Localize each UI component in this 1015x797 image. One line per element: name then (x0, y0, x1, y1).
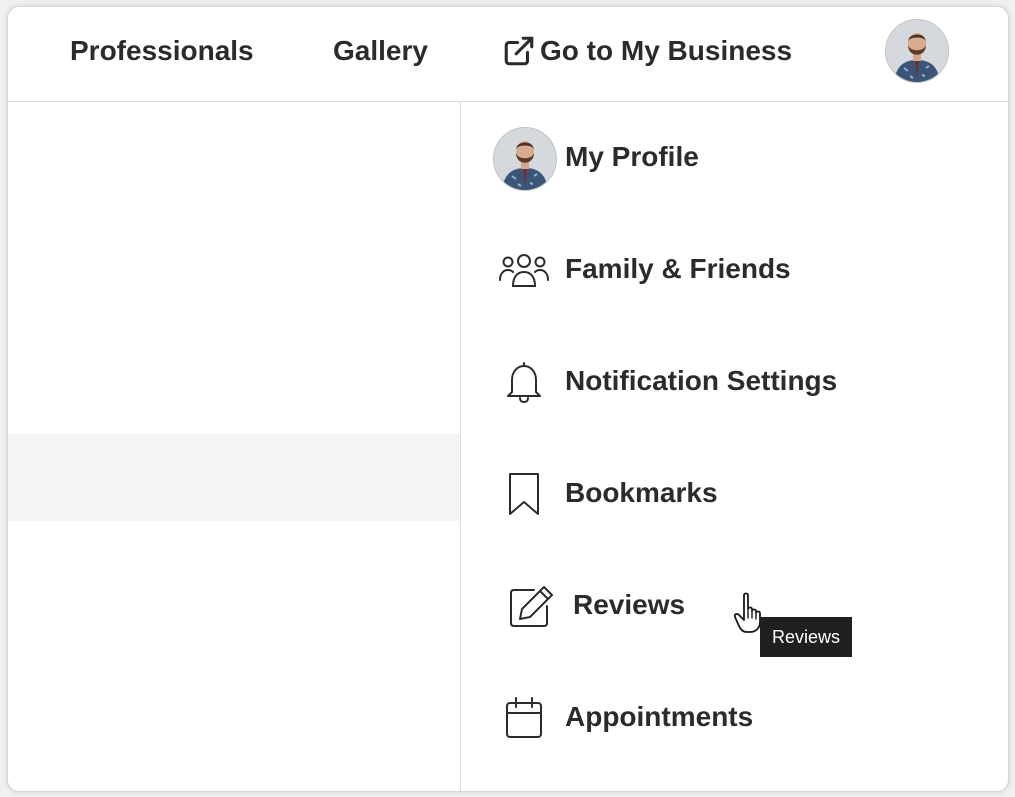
menu-item-label: Reviews (573, 589, 686, 620)
group-icon (497, 243, 551, 297)
bell-icon (497, 355, 551, 409)
reviews-tooltip: Reviews (760, 617, 853, 657)
bookmark-icon (497, 467, 551, 521)
profile-avatar-icon (494, 128, 556, 190)
menu-item-family-friends[interactable]: Family & Friends (461, 234, 1008, 314)
user-avatar-button[interactable] (885, 19, 949, 83)
nav-go-to-my-business-label: Go to My Business (540, 35, 793, 66)
user-avatar-icon (886, 20, 948, 82)
menu-item-label: Family & Friends (565, 253, 791, 284)
top-navigation: Professionals Gallery Go to My Business (8, 7, 1008, 102)
app-window: Professionals Gallery Go to My Business (7, 6, 1009, 792)
menu-item-notification-settings[interactable]: Notification Settings (461, 346, 1008, 426)
calendar-icon (497, 691, 551, 745)
menu-item-label: Bookmarks (565, 477, 718, 508)
nav-professionals-link[interactable]: Professionals (70, 33, 254, 69)
user-avatar (493, 127, 557, 191)
menu-item-bookmarks[interactable]: Bookmarks (461, 458, 1008, 538)
left-panel (8, 102, 461, 791)
menu-item-appointments[interactable]: Appointments (461, 682, 1008, 762)
menu-item-label: Appointments (565, 701, 754, 732)
menu-item-my-profile[interactable]: My Profile (461, 122, 1008, 202)
external-link-icon (504, 36, 534, 66)
menu-item-label: Notification Settings (565, 365, 838, 396)
nav-gallery-link[interactable]: Gallery (333, 33, 428, 69)
menu-item-label: My Profile (565, 141, 699, 172)
edit-icon (505, 579, 559, 633)
profile-dropdown-menu: My Profile Family & Friends Notification… (461, 102, 1008, 791)
nav-go-to-my-business-link[interactable]: Go to My Business (502, 33, 792, 69)
left-panel-highlight-row (8, 434, 460, 521)
